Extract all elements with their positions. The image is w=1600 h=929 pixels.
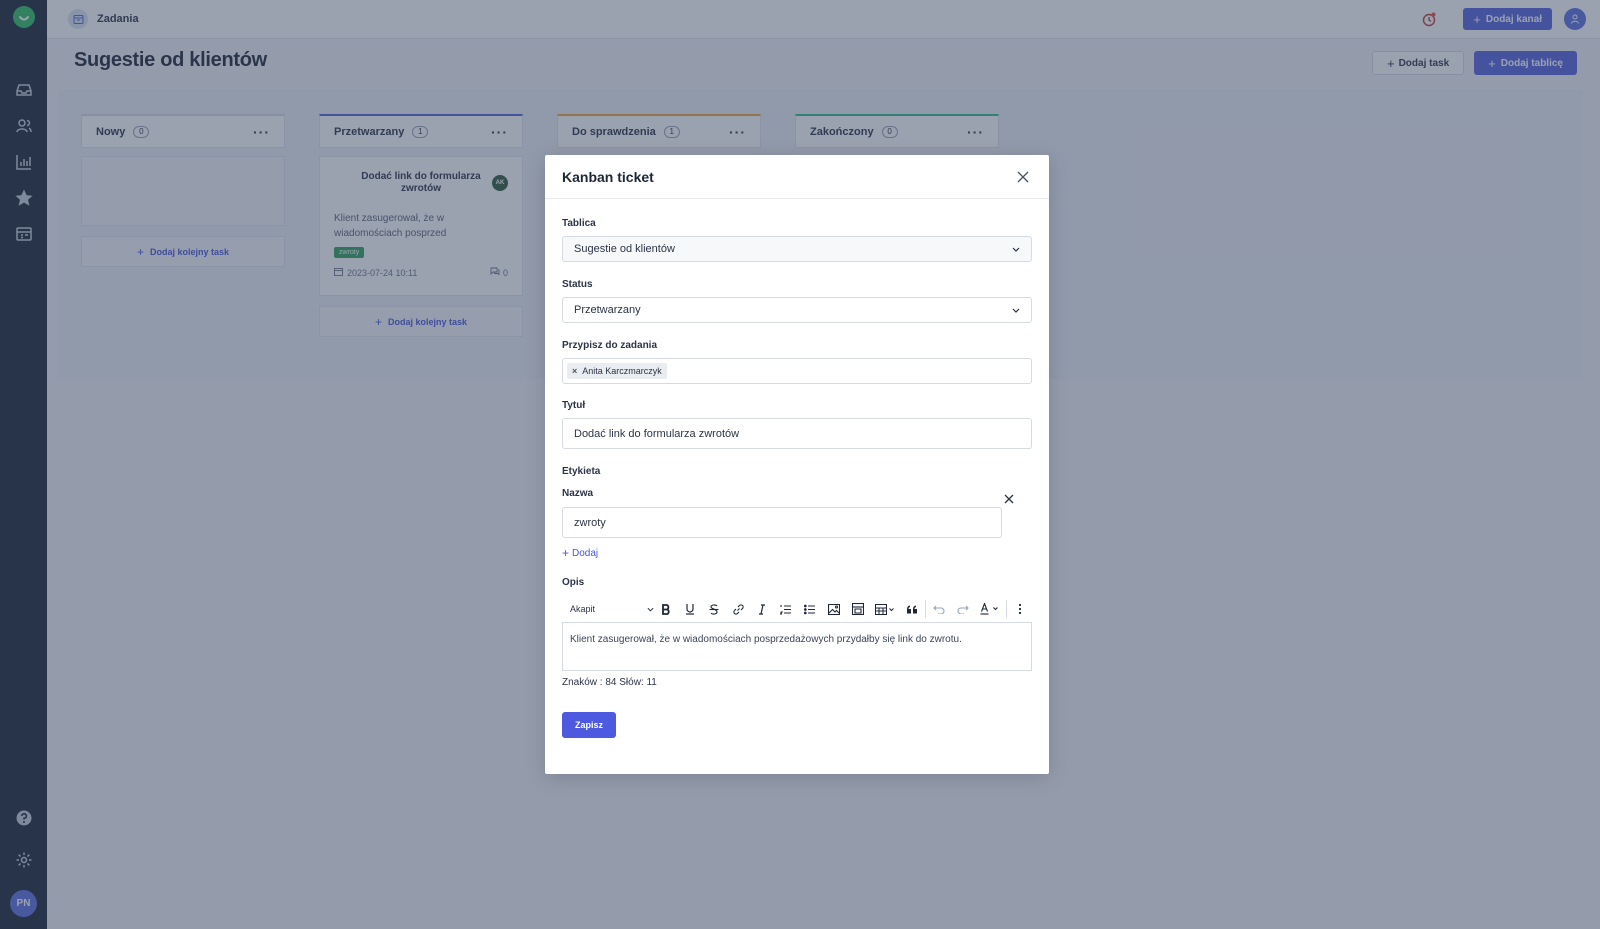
add-label-link[interactable]: + Dodaj bbox=[562, 546, 598, 560]
modal-body: Tablica Sugestie od klientów Status Prze… bbox=[545, 199, 1049, 774]
assignee-multiselect[interactable]: × Anita Karczmarczyk bbox=[562, 358, 1032, 384]
table-icon[interactable] bbox=[870, 597, 900, 621]
title-field-label: Tytuł bbox=[562, 400, 586, 411]
board-select-value: Sugestie od klientów bbox=[574, 243, 675, 255]
blockquote-icon[interactable] bbox=[900, 597, 924, 621]
title-input-value: Dodać link do formularza zwrotów bbox=[574, 427, 740, 440]
title-input[interactable]: Dodać link do formularza zwrotów bbox=[562, 418, 1032, 449]
underline-icon[interactable] bbox=[678, 597, 702, 621]
kanban-ticket-modal: Kanban ticket Tablica Sugestie od klient… bbox=[545, 155, 1049, 774]
character-counter: Znaków : 84 Słów: 11 bbox=[562, 677, 657, 688]
board-field-label: Tablica bbox=[562, 218, 596, 229]
label-name-field-label: Nazwa bbox=[562, 488, 594, 499]
assign-field-label: Przypisz do zadania bbox=[562, 340, 658, 351]
link-icon[interactable] bbox=[726, 597, 750, 621]
label-name-value: zwroty bbox=[574, 516, 606, 529]
bold-icon[interactable] bbox=[654, 597, 678, 621]
remove-chip-icon[interactable]: × bbox=[572, 366, 577, 376]
modal-title: Kanban ticket bbox=[562, 168, 654, 185]
strikethrough-icon[interactable] bbox=[702, 597, 726, 621]
undo-icon[interactable] bbox=[927, 597, 951, 621]
assignee-chip: × Anita Karczmarczyk bbox=[567, 363, 667, 379]
add-label-text: Dodaj bbox=[572, 547, 599, 559]
toolbar-divider bbox=[1006, 600, 1007, 618]
editor-toolbar: Akapit bbox=[562, 596, 1032, 622]
italic-icon[interactable] bbox=[750, 597, 774, 621]
chevron-down-icon bbox=[1012, 243, 1020, 255]
chevron-down-icon bbox=[1012, 304, 1020, 316]
toolbar-divider bbox=[925, 600, 926, 618]
label-section-title: Etykieta bbox=[562, 466, 601, 477]
paragraph-style-select[interactable]: Akapit bbox=[562, 604, 654, 614]
board-select[interactable]: Sugestie od klientów bbox=[562, 236, 1032, 262]
media-icon[interactable] bbox=[846, 597, 870, 621]
numbered-list-icon[interactable] bbox=[774, 597, 798, 621]
paragraph-style-value: Akapit bbox=[570, 604, 596, 614]
plus-icon: + bbox=[562, 546, 570, 560]
redo-icon[interactable] bbox=[951, 597, 975, 621]
image-icon[interactable] bbox=[822, 597, 846, 621]
label-name-input[interactable]: zwroty bbox=[562, 507, 1002, 538]
remove-label-icon[interactable] bbox=[1002, 492, 1016, 506]
font-color-icon[interactable] bbox=[975, 597, 1005, 621]
status-select[interactable]: Przetwarzany bbox=[562, 297, 1032, 323]
description-field-label: Opis bbox=[562, 577, 585, 588]
assignee-chip-label: Anita Karczmarczyk bbox=[582, 366, 662, 376]
status-field-label: Status bbox=[562, 279, 593, 290]
status-select-value: Przetwarzany bbox=[574, 304, 641, 316]
more-options-icon[interactable] bbox=[1008, 597, 1032, 621]
bullet-list-icon[interactable] bbox=[798, 597, 822, 621]
save-button[interactable]: Zapisz bbox=[562, 712, 616, 738]
description-editor[interactable]: Klient zasugerował, że w wiadomościach p… bbox=[562, 622, 1032, 671]
chevron-down-icon bbox=[647, 604, 654, 614]
modal-header: Kanban ticket bbox=[545, 155, 1049, 199]
close-icon[interactable] bbox=[1014, 168, 1032, 186]
